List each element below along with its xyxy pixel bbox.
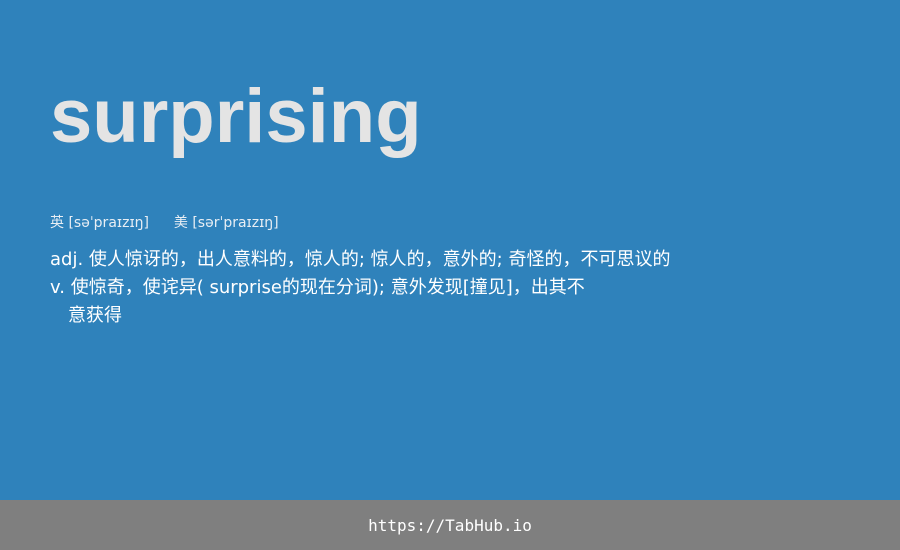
tabhub-link[interactable]: https://TabHub.io (368, 516, 532, 535)
uk-ipa: [səˈpraɪzɪŋ] (68, 215, 149, 231)
definition-verb-continued: 意获得 (68, 305, 122, 326)
definition-adj: adj. 使人惊讶的，出人意料的，惊人的; 惊人的，意外的; 奇怪的，不可思议的 (50, 249, 671, 270)
uk-label: 英 (50, 215, 64, 231)
us-label: 美 (173, 215, 188, 231)
definitions: adj. 使人惊讶的，出人意料的，惊人的; 惊人的，意外的; 奇怪的，不可思议的… (50, 246, 750, 330)
phonetics: 英 [səˈpraɪzɪŋ] 美 [sərˈpraɪzɪŋ] (50, 214, 279, 232)
word-card: surprising 英 [səˈpraɪzɪŋ] 美 [sərˈpraɪzɪŋ… (0, 0, 900, 500)
definition-verb: v. 使惊奇，使诧异( surprise的现在分词); 意外发现[撞见]，出其不 (50, 277, 585, 298)
headword: surprising (50, 74, 422, 159)
us-ipa: [sərˈpraɪzɪŋ] (192, 215, 279, 231)
footer-bar: https://TabHub.io (0, 500, 900, 550)
